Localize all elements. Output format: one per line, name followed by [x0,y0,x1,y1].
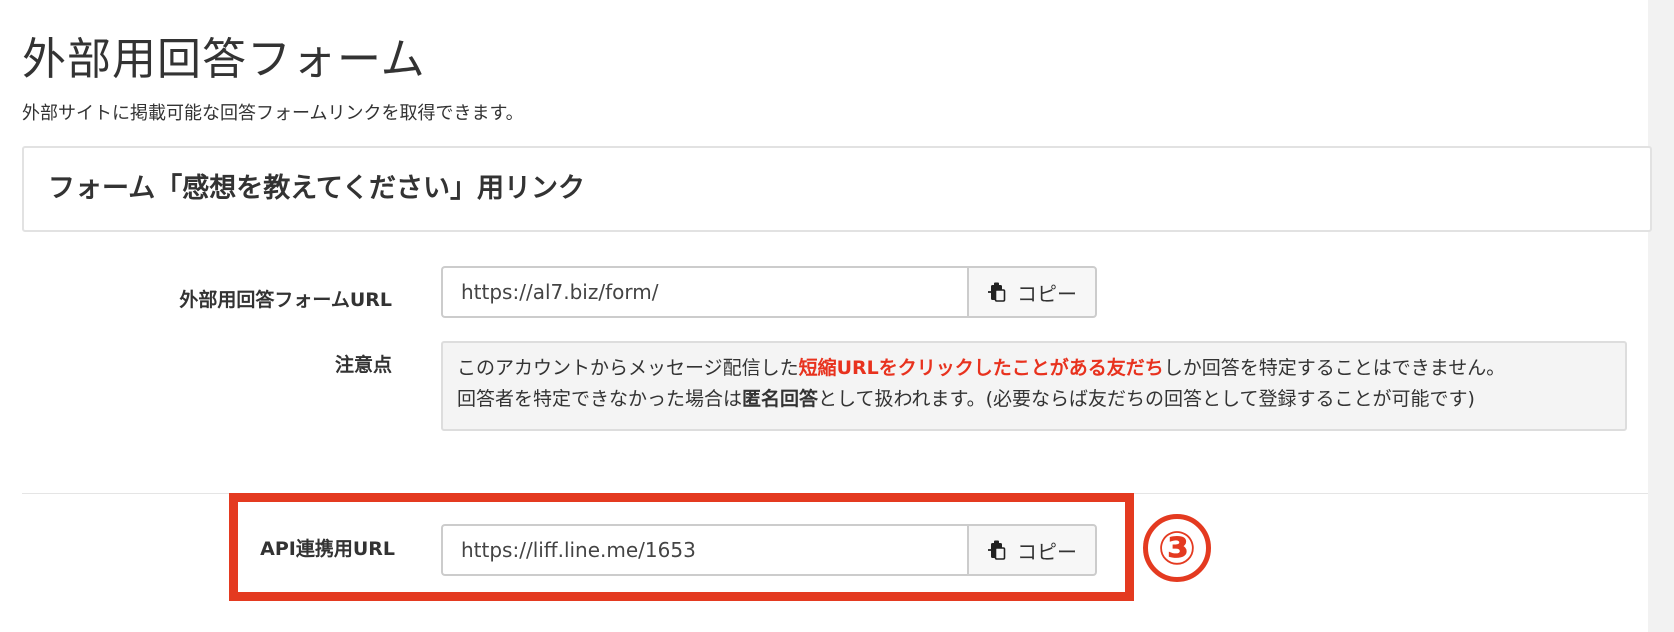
copy-button-label: コピー [1017,281,1077,306]
step-marker-label: ③ [1157,521,1197,575]
page-subtitle: 外部サイトに掲載可能な回答フォームリンクを取得できます。 [22,103,524,124]
highlight-frame [229,493,1134,601]
external-url-copy-button[interactable]: コピー [967,266,1097,318]
notice-line-2: 回答者を特定できなかった場合は匿名回答として扱われます。(必要ならば友だちの回答… [457,384,1611,415]
notice-label: 注意点 [334,354,392,376]
clipboard-copy-icon [987,281,1007,303]
notice-line-1: このアカウントからメッセージ配信した短縮URLをクリックしたことがある友だちしか… [457,353,1611,384]
notice-box: このアカウントからメッセージ配信した短縮URLをクリックしたことがある友だちしか… [441,341,1627,431]
notice-line-1-text: このアカウントからメッセージ配信した [457,357,799,379]
panel-title: フォーム「感想を教えてください」用リンク [48,173,586,204]
notice-highlight-text: 短縮URLをクリックしたことがある友だち [798,357,1164,379]
external-url-field[interactable] [441,266,967,318]
notice-line-2-tail: として扱われます。(必要ならば友だちの回答として登録することが可能です) [818,388,1475,410]
notice-line-1-tail: しか回答を特定することはできません。 [1163,357,1506,379]
page-title: 外部用回答フォーム [22,34,426,85]
external-url-label: 外部用回答フォームURL [179,289,392,311]
notice-line-2-text: 回答者を特定できなかった場合は [457,388,743,410]
panel-header: フォーム「感想を教えてください」用リンク [22,146,1652,232]
notice-anonymous-text: 匿名回答 [742,388,819,410]
step-marker-3: ③ [1143,514,1211,582]
external-url-group: コピー [441,266,1097,318]
right-gutter [1648,0,1674,632]
